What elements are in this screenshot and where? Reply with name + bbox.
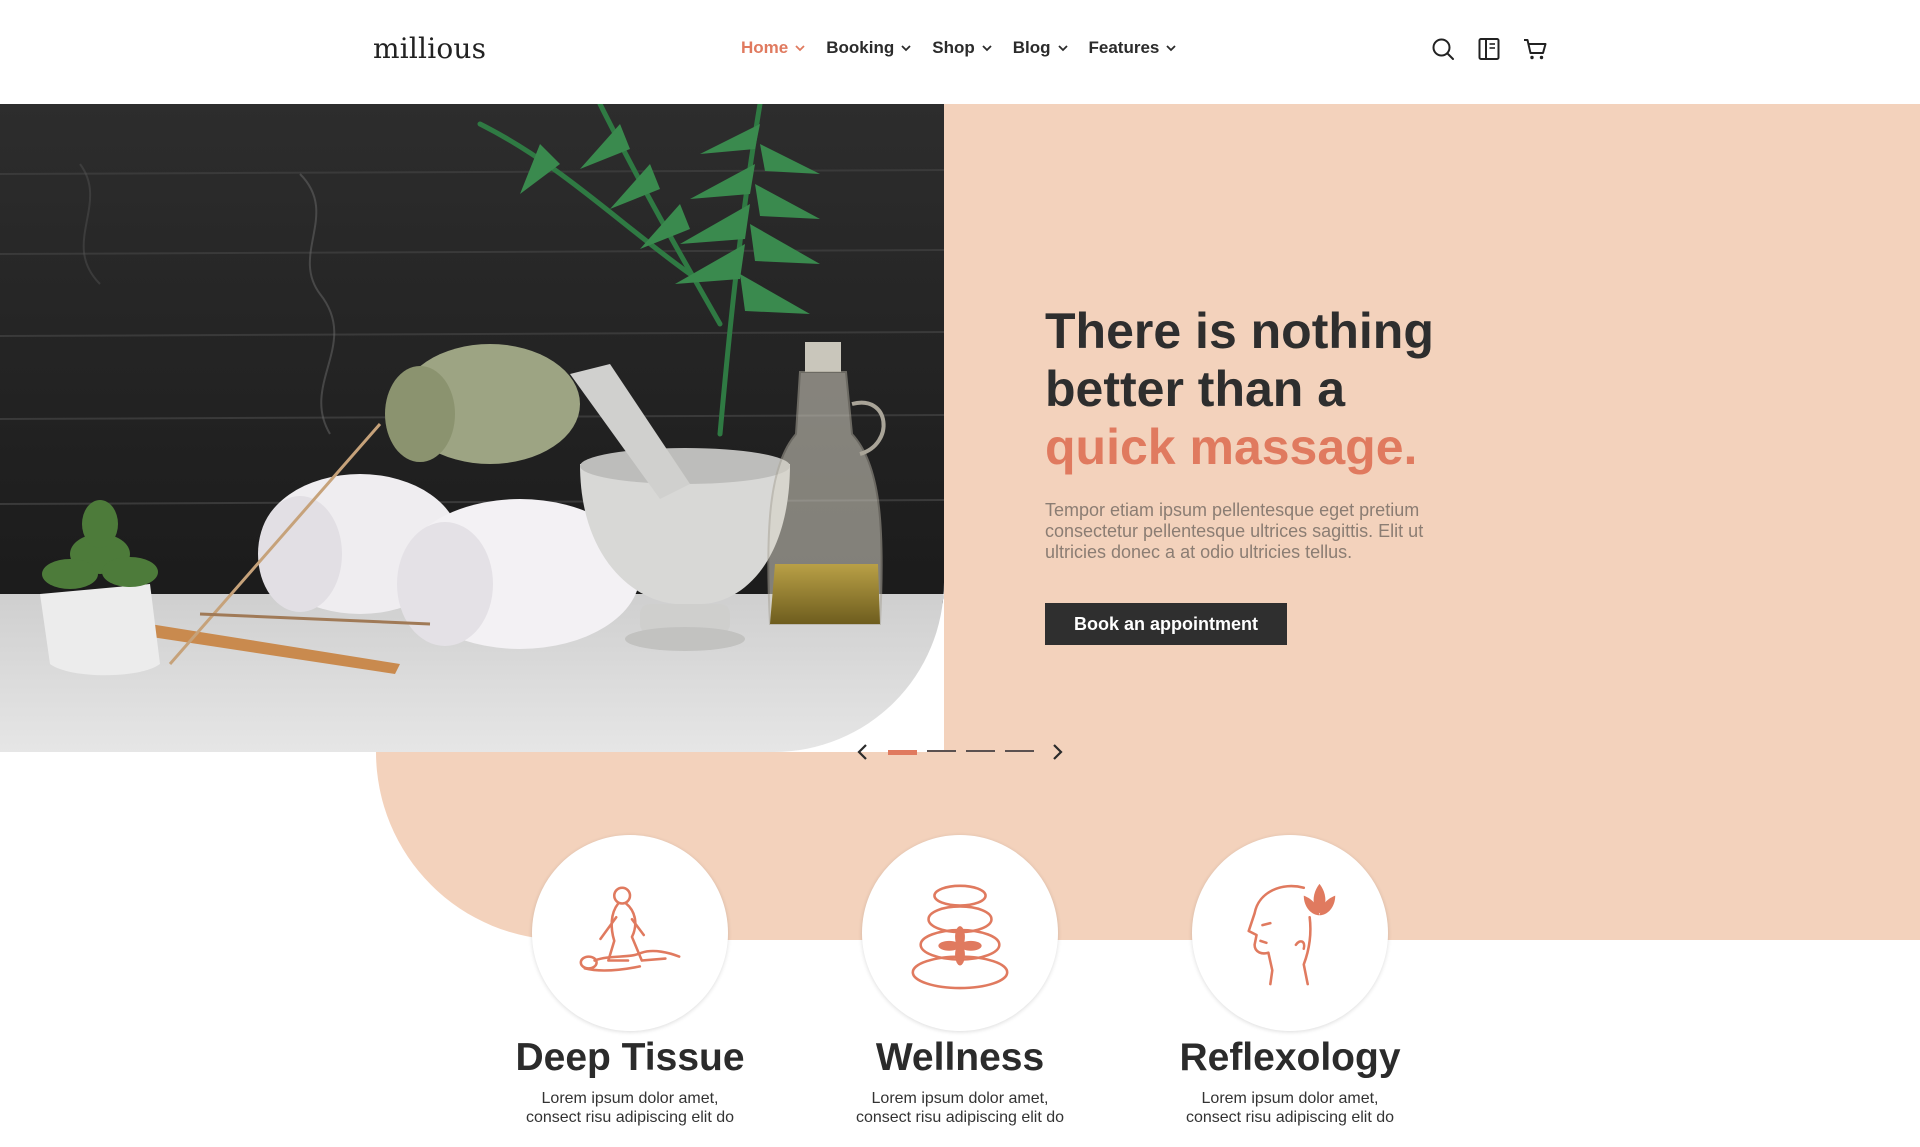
cart-icon[interactable] — [1522, 36, 1548, 62]
chevron-down-icon — [795, 45, 805, 52]
service-deep-tissue: Deep Tissue Lorem ipsum dolor amet, cons… — [480, 835, 780, 1127]
nav-item-blog[interactable]: Blog — [1013, 38, 1069, 58]
spa-still-life-illustration — [0, 104, 944, 752]
slider-dot-4[interactable] — [1005, 749, 1034, 752]
search-icon[interactable] — [1430, 36, 1456, 62]
nav-item-label: Blog — [1012, 38, 1051, 57]
head-lotus-icon — [1247, 883, 1336, 986]
nav-item-label: Features — [1088, 38, 1160, 57]
hero-description: Tempor etiam ipsum pellentesque eget pre… — [1045, 500, 1424, 562]
nav-item-booking[interactable]: Booking — [826, 38, 912, 58]
chevron-down-icon — [982, 45, 992, 52]
hero-title-line-2: better than a — [1045, 361, 1346, 417]
service-description: Lorem ipsum dolor amet, consect risu adi… — [855, 1090, 1065, 1126]
hero-title: There is nothing better than a quick mas… — [1045, 302, 1505, 476]
chevron-left-icon[interactable] — [852, 741, 874, 763]
nav-item-label: Home — [741, 38, 789, 57]
nav-item-label: Booking — [826, 38, 895, 57]
hero-content: There is nothing better than a quick mas… — [1045, 302, 1505, 645]
hero-title-accent: quick massage. — [1045, 419, 1418, 475]
nav-item-label: Shop — [932, 38, 975, 57]
slider-dots — [888, 749, 1034, 755]
hero-title-line-1: There is nothing — [1045, 303, 1434, 359]
nav-item-shop[interactable]: Shop — [932, 38, 993, 58]
service-reflexology: Reflexology Lorem ipsum dolor amet, cons… — [1140, 835, 1440, 1127]
hero-slider-controls — [852, 741, 1068, 763]
chevron-down-icon — [1057, 45, 1068, 52]
service-title: Wellness — [875, 1036, 1045, 1079]
chevron-right-icon[interactable] — [1046, 741, 1068, 763]
chevron-down-icon — [1166, 45, 1177, 52]
slider-dot-3[interactable] — [966, 749, 995, 752]
stones-icon — [911, 884, 1009, 990]
slider-dot-1[interactable] — [888, 749, 917, 755]
chevron-down-icon — [901, 45, 911, 52]
service-description: Lorem ipsum dolor amet, consect risu adi… — [525, 1090, 735, 1126]
service-icon-circle — [532, 835, 728, 1031]
header-actions — [1430, 36, 1548, 62]
site-logo[interactable]: millious — [373, 32, 486, 65]
book-icon[interactable] — [1476, 36, 1502, 62]
site-header: millious Home Booking Shop Blog Features — [0, 0, 1920, 104]
service-title: Reflexology — [1179, 1036, 1401, 1079]
nav-item-features[interactable]: Features — [1089, 38, 1178, 58]
main-nav: Home Booking Shop Blog Features — [741, 38, 1197, 58]
hero-image — [0, 104, 944, 752]
massage-icon — [579, 886, 681, 972]
slider-dot-2[interactable] — [927, 749, 956, 752]
service-description: Lorem ipsum dolor amet, consect risu adi… — [1185, 1090, 1395, 1126]
service-title: Deep Tissue — [515, 1036, 745, 1079]
book-appointment-button[interactable]: Book an appointment — [1045, 603, 1287, 645]
nav-item-home[interactable]: Home — [741, 38, 806, 58]
service-icon-circle — [1192, 835, 1388, 1031]
service-wellness: Wellness Lorem ipsum dolor amet, consect… — [810, 835, 1110, 1127]
service-icon-circle — [862, 835, 1058, 1031]
